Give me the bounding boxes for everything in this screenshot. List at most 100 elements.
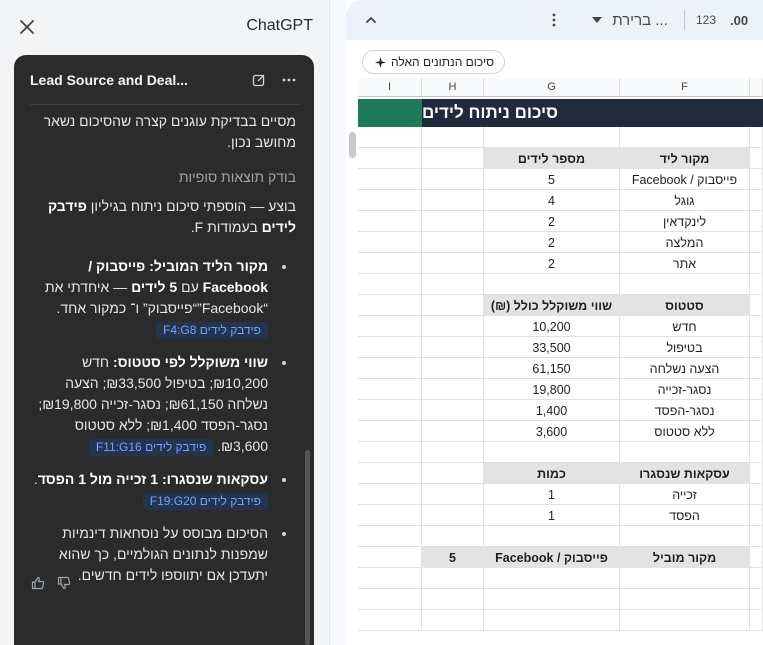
cell[interactable] — [358, 190, 422, 211]
cell[interactable] — [422, 211, 484, 232]
thumbs-down-icon[interactable] — [56, 575, 72, 591]
cell[interactable]: זכייה — [620, 484, 750, 505]
cell[interactable] — [358, 127, 422, 148]
cell[interactable]: המלצה — [620, 232, 750, 253]
panel-scrollbar[interactable] — [305, 450, 310, 645]
cell[interactable] — [750, 337, 763, 358]
cell[interactable]: בטיפול — [620, 337, 750, 358]
cell[interactable]: 5 — [484, 169, 620, 190]
cell[interactable]: 1,400 — [484, 400, 620, 421]
cell[interactable] — [358, 211, 422, 232]
font-select[interactable]: ברירת ... — [610, 0, 670, 40]
cell[interactable] — [358, 421, 422, 442]
decimal-button[interactable]: .00 — [730, 0, 748, 40]
cell[interactable] — [750, 127, 763, 148]
cell[interactable] — [358, 484, 422, 505]
cell[interactable] — [750, 568, 763, 589]
cell[interactable] — [484, 589, 620, 610]
cell[interactable] — [750, 421, 763, 442]
cell[interactable] — [422, 253, 484, 274]
cell[interactable]: פייסבוק / Facebook — [620, 169, 750, 190]
cell[interactable] — [358, 589, 422, 610]
cell[interactable] — [422, 568, 484, 589]
cell[interactable]: חדש — [620, 316, 750, 337]
thumbs-up-icon[interactable] — [30, 575, 46, 591]
cell[interactable] — [484, 442, 620, 463]
cell[interactable]: 1 — [484, 505, 620, 526]
range-link-chip[interactable]: פידבק לידים F19:G20 — [142, 493, 268, 510]
cell[interactable]: 2 — [484, 211, 620, 232]
cell[interactable] — [750, 526, 763, 547]
range-link-chip[interactable]: פידבק לידים F11:G16 — [88, 439, 214, 456]
title-accent-cell[interactable] — [358, 99, 422, 127]
cell[interactable] — [358, 358, 422, 379]
cell[interactable]: נסגר-זכייה — [620, 379, 750, 400]
cell[interactable]: 33,500 — [484, 337, 620, 358]
cell[interactable] — [422, 274, 484, 295]
number-format-button[interactable]: 123 — [696, 0, 716, 40]
cell[interactable] — [484, 610, 620, 631]
cell[interactable]: 1 — [484, 484, 620, 505]
cell[interactable] — [422, 127, 484, 148]
header-cell[interactable]: מקור ליד — [620, 148, 750, 169]
cell[interactable] — [750, 169, 763, 190]
cell[interactable] — [750, 190, 763, 211]
cell[interactable] — [422, 442, 484, 463]
column-header-h[interactable]: H — [422, 78, 484, 97]
cell[interactable] — [620, 568, 750, 589]
cell[interactable] — [422, 610, 484, 631]
cell[interactable] — [750, 589, 763, 610]
cell[interactable] — [750, 463, 763, 484]
cell[interactable] — [358, 295, 422, 316]
cell[interactable]: הפסד — [620, 505, 750, 526]
range-link-chip[interactable]: פידבק לידים F4:G8 — [156, 322, 268, 339]
cell[interactable] — [620, 526, 750, 547]
cell[interactable] — [422, 505, 484, 526]
cell[interactable]: 4 — [484, 190, 620, 211]
cell[interactable] — [750, 379, 763, 400]
cell[interactable]: 2 — [484, 253, 620, 274]
header-cell[interactable]: מקור מוביל — [620, 547, 750, 568]
cell[interactable] — [750, 253, 763, 274]
cell[interactable] — [358, 169, 422, 190]
cell[interactable] — [422, 148, 484, 169]
cell[interactable] — [422, 169, 484, 190]
cell[interactable] — [750, 610, 763, 631]
cell[interactable]: גוגל — [620, 190, 750, 211]
cell[interactable] — [750, 505, 763, 526]
cell[interactable] — [750, 400, 763, 421]
cell[interactable] — [750, 232, 763, 253]
cell[interactable] — [620, 127, 750, 148]
cell[interactable] — [484, 568, 620, 589]
cell[interactable] — [750, 274, 763, 295]
summary-title-cell[interactable]: סיכום ניתוח לידים — [422, 99, 763, 127]
header-cell[interactable]: עסקאות שנסגרו — [620, 463, 750, 484]
cell[interactable] — [620, 442, 750, 463]
chevron-up-icon[interactable] — [364, 0, 378, 40]
cell[interactable] — [358, 379, 422, 400]
column-header-g[interactable]: G — [484, 78, 620, 97]
column-header-f[interactable]: F — [620, 78, 750, 97]
more-icon[interactable] — [278, 69, 300, 91]
header-cell[interactable]: 5 — [422, 547, 484, 568]
edit-icon[interactable] — [248, 69, 270, 91]
cell[interactable] — [358, 463, 422, 484]
cell[interactable] — [358, 568, 422, 589]
cell[interactable] — [750, 316, 763, 337]
header-cell[interactable]: שווי משוקלל כולל (₪) — [484, 295, 620, 316]
cell[interactable] — [422, 484, 484, 505]
cell[interactable] — [358, 232, 422, 253]
cell[interactable]: 3,600 — [484, 421, 620, 442]
cell[interactable] — [750, 148, 763, 169]
cell[interactable] — [422, 358, 484, 379]
cell[interactable] — [484, 526, 620, 547]
cell[interactable] — [422, 232, 484, 253]
cell[interactable] — [484, 127, 620, 148]
cell[interactable] — [422, 379, 484, 400]
cell[interactable] — [358, 610, 422, 631]
cell[interactable] — [750, 295, 763, 316]
cell[interactable]: אתר — [620, 253, 750, 274]
header-cell[interactable]: כמות — [484, 463, 620, 484]
header-cell[interactable]: מספר לידים — [484, 148, 620, 169]
cell[interactable] — [358, 316, 422, 337]
